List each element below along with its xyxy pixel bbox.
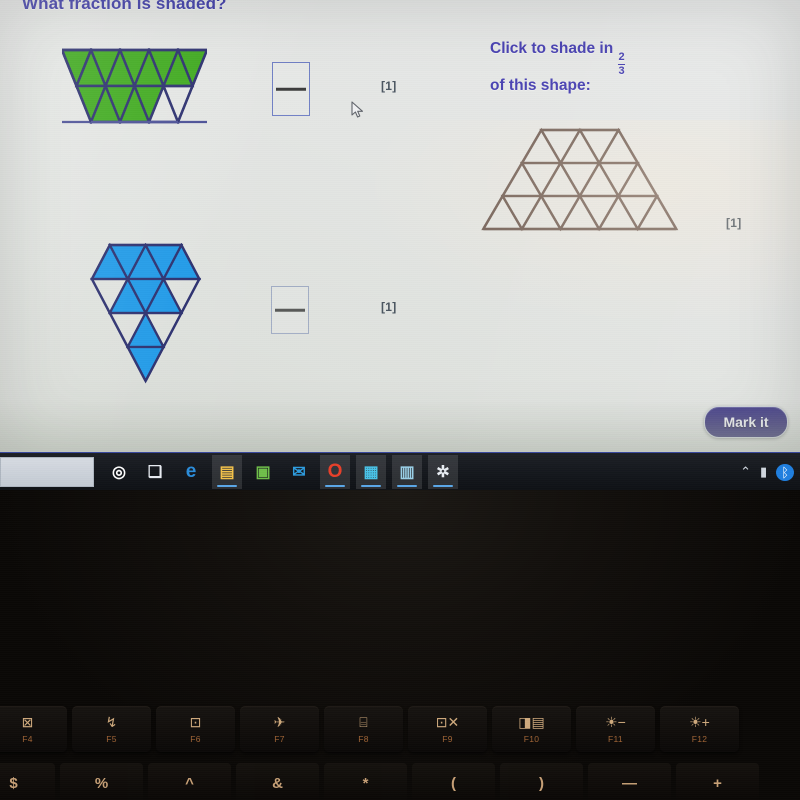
mouse-cursor-icon [351,101,365,119]
fraction-bar-2 [274,308,306,312]
fkey-f9-label: F9 [442,733,453,744]
mark-it-button[interactable]: Mark it [704,406,788,438]
fkey-f6[interactable]: ⊡ F6 [156,706,235,752]
key-ampersand[interactable]: & [236,763,319,800]
fkey-f7[interactable]: ✈ F7 [240,706,319,752]
key-paren-open[interactable]: ( [412,763,495,800]
file-explorer-icon-glyph: ▤ [219,464,235,481]
settings-gear-icon-active-underline [433,485,453,487]
task-view-icon[interactable]: ❑ [140,455,170,489]
shape-blue-diamond-triangles[interactable] [74,242,217,385]
fkey-f5[interactable]: ↯ F5 [72,706,151,752]
trapezoid-row-2 [500,160,660,199]
photos-icon[interactable]: ▥ [392,455,422,489]
microsoft-store-icon[interactable]: ▣ [248,455,278,489]
fkey-f7-label: F7 [274,733,285,744]
laptop-photo: What fraction is shaded? [1] Click to sh… [0,0,800,800]
edge-browser-icon[interactable]: e [176,455,206,489]
key-asterisk[interactable]: * [324,763,407,800]
marks-label-1: [1] [381,79,397,93]
blue-row-3 [107,310,184,350]
instruction-fraction-denominator: 3 [618,63,625,77]
mail-icon[interactable]: ✉ [284,455,314,489]
settings-gear-icon-glyph: ✲ [436,464,450,481]
fkey-f4[interactable]: ⊠ F4 [0,706,67,752]
fraction-answer-box-1[interactable] [272,62,310,116]
battery-icon[interactable]: ▮ [760,464,767,480]
fkey-f11-glyph: ☀− [605,713,626,730]
fkey-f6-glyph: ⊡ [189,713,202,730]
task-view-icon-glyph: ❑ [147,464,163,481]
fkey-f4-glyph: ⊠ [21,713,34,730]
cortana-icon[interactable]: ◎ [104,455,134,489]
fkey-f11-label: F11 [608,733,623,744]
blue-row-4 [125,345,166,384]
fkey-f7-glyph: ✈ [273,713,286,730]
instruction-fraction-numerator: 2 [618,50,625,63]
opera-browser-icon[interactable]: O [320,455,350,489]
fkey-f8-glyph: ⌸ [359,713,368,730]
teams-icon-glyph: ▦ [363,464,379,481]
fkey-f8-label: F8 [358,733,369,744]
bluetooth-icon[interactable]: ᛒ [776,463,794,481]
number-key-row: $% ^ & *() — + [0,762,800,800]
marks-label-3: [1] [726,216,742,230]
opera-browser-icon-glyph: O [327,461,343,482]
fkey-f8[interactable]: ⌸ F8 [324,706,403,752]
fkey-f5-glyph: ↯ [105,713,118,730]
shade-instruction: Click to shade in 2 3 of this shape: [490,40,705,95]
key-paren-close[interactable]: ) [500,763,583,800]
fkey-f5-label: F5 [106,733,117,744]
shape-green-triangle-strip[interactable] [60,46,209,126]
key-caret[interactable]: ^ [148,763,231,800]
file-explorer-icon[interactable]: ▤ [212,455,242,489]
shape-trapezoid-triangles[interactable] [464,126,696,232]
key-dollar[interactable]: $ [0,763,55,800]
fkey-f4-label: F4 [22,733,33,744]
fkey-f10-glyph: ◨▤ [518,713,545,730]
fkey-f11[interactable]: ☀− F11 [576,706,655,752]
function-key-row: ⊠ F4 ↯ F5 ⊡ F6 ✈ F7 ⌸ F8 ⊡✕ F9 ◨▤ F10 ☀− F11 ☀+ F12 [0,706,800,758]
photos-icon-glyph: ▥ [399,464,415,481]
key-underscore[interactable]: — [588,763,671,800]
key-percent[interactable]: % [60,763,143,800]
instruction-line-1: Click to shade in [490,40,614,57]
taskbar-search-input[interactable] [0,457,94,487]
microsoft-store-icon-glyph: ▣ [255,464,271,481]
fkey-f12-label: F12 [691,733,708,744]
mail-icon-glyph: ✉ [292,464,306,481]
trapezoid-row-3 [481,193,679,232]
fraction-bar-1 [275,87,307,91]
fkey-f10-label: F10 [523,733,540,744]
fkey-f9-glyph: ⊡✕ [435,713,460,730]
fkey-f12-glyph: ☀+ [689,713,710,730]
fkey-f10[interactable]: ◨▤ F10 [492,706,571,752]
screen-glare-3 [0,400,800,452]
fkey-f9[interactable]: ⊡✕ F9 [408,706,487,752]
settings-gear-icon[interactable]: ✲ [428,455,458,489]
taskbar-icon-group: ◎ ❑ e ▤ ▣ ✉ O ▦ ▥ ✲ [104,453,458,491]
fkey-f12[interactable]: ☀+ F12 [660,706,739,752]
instruction-line-2: of this shape: [490,76,591,94]
instruction-fraction: 2 3 [618,50,625,77]
page-title: What fraction is shaded? [22,0,227,13]
cortana-icon-glyph: ◎ [112,464,126,481]
opera-browser-icon-active-underline [325,485,345,487]
fraction-answer-box-2[interactable] [271,286,309,334]
show-hidden-icons-chevron[interactable]: ⌃ [740,464,751,480]
teams-icon[interactable]: ▦ [356,455,386,489]
teams-icon-active-underline [361,485,381,487]
key-plus[interactable]: + [676,763,759,800]
edge-browser-icon-glyph: e [185,461,197,482]
fkey-f6-label: F6 [190,733,201,744]
marks-label-2: [1] [381,300,397,314]
file-explorer-icon-active-underline [217,485,237,487]
laptop-screen: What fraction is shaded? [1] Click to sh… [0,0,800,452]
photos-icon-active-underline [397,485,417,487]
system-tray: ⌃ ▮ ᛒ [740,453,800,491]
windows-taskbar: ◎ ❑ e ▤ ▣ ✉ O ▦ ▥ ✲ ⌃ ▮ ᛒ [0,452,800,491]
